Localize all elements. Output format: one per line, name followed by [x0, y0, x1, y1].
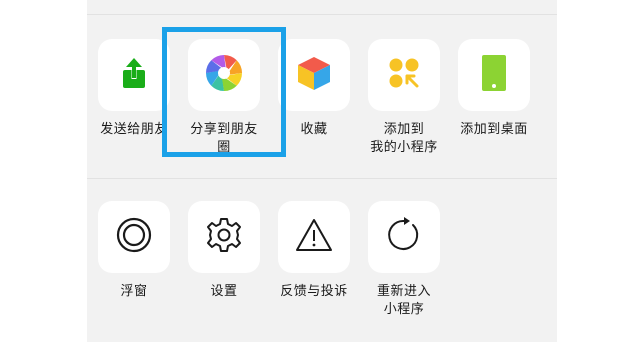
- floating-window-icon: [115, 216, 153, 258]
- favorite-tile: [278, 39, 350, 111]
- reenter-mini-program-label: 重新进入 小程序: [376, 284, 431, 317]
- settings-label: 设置: [210, 284, 238, 299]
- top-divider: [87, 14, 557, 15]
- add-to-mini-programs-label: 添加到 我的小程序: [370, 122, 438, 155]
- add-to-mini-programs-tile: [368, 39, 440, 111]
- reenter-mini-program-button[interactable]: 重新进入 小程序: [361, 201, 447, 319]
- row-divider: [87, 178, 557, 179]
- add-to-desktop-icon: [481, 54, 507, 96]
- add-to-desktop-button[interactable]: 添加到桌面: [451, 39, 537, 139]
- settings-button[interactable]: 设置: [181, 201, 267, 301]
- settings-tile: [188, 201, 260, 273]
- warning-icon: [295, 217, 333, 257]
- reload-icon: [385, 216, 423, 258]
- highlight-box: [162, 27, 286, 157]
- feedback-button[interactable]: 反馈与投诉: [271, 201, 357, 301]
- add-to-desktop-tile: [458, 39, 530, 111]
- add-to-desktop-label: 添加到桌面: [460, 122, 528, 137]
- send-to-friend-icon: [117, 56, 151, 94]
- floating-window-label: 浮窗: [120, 284, 148, 299]
- floating-window-button[interactable]: 浮窗: [91, 201, 177, 301]
- floating-window-tile: [98, 201, 170, 273]
- send-to-friend-tile: [98, 39, 170, 111]
- feedback-label: 反馈与投诉: [280, 284, 348, 299]
- favorite-cube-icon: [295, 54, 333, 96]
- feedback-tile: [278, 201, 350, 273]
- gear-icon: [205, 216, 243, 258]
- add-to-mini-programs-button[interactable]: 添加到 我的小程序: [361, 39, 447, 157]
- reenter-mini-program-tile: [368, 201, 440, 273]
- add-mini-program-icon: [387, 56, 421, 94]
